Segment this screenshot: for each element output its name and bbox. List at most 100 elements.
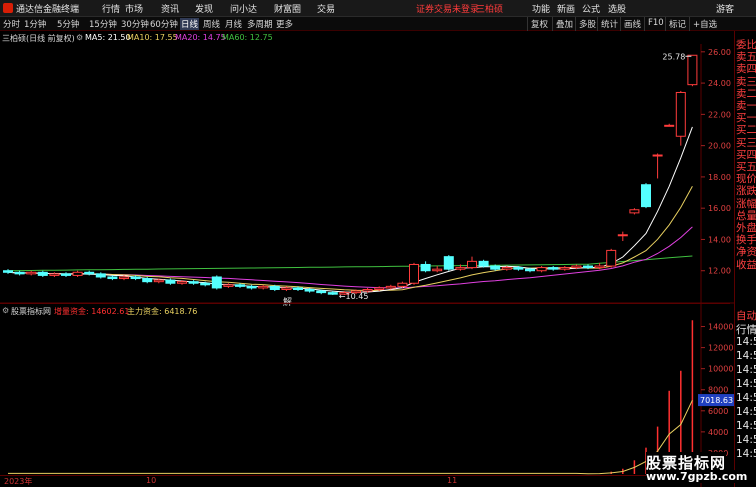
watermark-url: www.7gpzb.com	[646, 470, 748, 483]
menu-wenxiaoda[interactable]: 问小达	[230, 2, 257, 15]
period-1min[interactable]: 1分钟	[24, 18, 46, 30]
menu-stock-select[interactable]: 选股	[608, 2, 626, 15]
tick-item-9: 14:5	[736, 434, 756, 446]
price-tick-label: 26.00	[708, 48, 731, 57]
period-weekly[interactable]: 周线	[203, 18, 220, 30]
candle-body	[14, 271, 25, 275]
candle-body	[293, 287, 303, 290]
settings-gear-icon[interactable]: ⚙	[76, 33, 83, 42]
candle-body	[84, 271, 95, 275]
incremental-fund: 增量资金: 14602.61	[54, 307, 130, 316]
candle-body	[641, 184, 651, 208]
draw-line-button[interactable]: 画线	[620, 17, 644, 31]
candle-body	[200, 282, 211, 286]
tick-item-0[interactable]: 自动	[736, 308, 756, 323]
date-axis: 2023年 10 11	[0, 475, 730, 487]
kline-chart[interactable]: 26.00 24.00 22.00 20.00 18.00 16.00 14.00 12.00…	[0, 44, 734, 487]
menu-formula[interactable]: 公式	[582, 2, 600, 15]
quote-side-panel: 委比 卖五 卖四 卖三 卖二 卖一 买一 买二 买三 买四 买五 现价 涨跌 涨幅 总量 外盘 换手 净资 收益 自动…	[734, 31, 756, 487]
candle-body	[246, 285, 257, 289]
vol-tick-label: 12000	[708, 344, 733, 353]
menu-new-draw[interactable]: 新画	[557, 2, 575, 15]
vol-tick-label: 10000	[708, 365, 733, 374]
vol-tick-label: 8000	[708, 386, 728, 395]
stats-button[interactable]: 统计	[597, 17, 621, 31]
candle-body	[525, 268, 535, 272]
overlay-button[interactable]: 叠加	[552, 17, 576, 31]
chart-title: 三柏硕(日线 前复权)	[2, 34, 75, 43]
period-15min[interactable]: 15分钟	[89, 18, 117, 30]
adjust-button[interactable]: 复权	[527, 17, 551, 31]
period-monthly[interactable]: 月线	[225, 18, 242, 30]
chart-info-bar: 三柏硕(日线 前复权) ⚙ MA5: 21.50 MA10: 17.55 MA2…	[0, 31, 730, 44]
tick-item-3: 14:5	[736, 350, 756, 362]
indicator-gear-icon[interactable]: ⚙	[2, 306, 9, 315]
title-bar: 通达信金融终端 行情 市场 资讯 发现 问小达 财富圈 交易 证券交易未登录 三…	[0, 0, 756, 17]
candle-body	[606, 249, 617, 267]
candle-body	[629, 209, 640, 214]
menu-wealth-circle[interactable]: 财富圈	[274, 2, 301, 15]
vol-tick-label: 14000	[708, 323, 733, 332]
tick-item-6: 14:5	[736, 392, 756, 404]
candle-body	[304, 288, 315, 292]
candle-body	[188, 281, 199, 284]
low-price-label: ←10.45	[339, 292, 369, 301]
candle-body	[652, 154, 663, 157]
candle-body	[61, 273, 71, 276]
period-intraday[interactable]: 分时	[3, 18, 20, 30]
candle-body	[316, 290, 327, 294]
vol-tick-label: 6000	[708, 407, 728, 416]
tick-item-8: 14:5	[736, 420, 756, 432]
vol-tick-label: 4000	[708, 428, 728, 437]
tick-item-10: 14:5	[736, 448, 756, 460]
menu-function[interactable]: 功能	[532, 2, 550, 15]
candle-body	[478, 260, 489, 267]
candle-body	[409, 263, 419, 284]
tick-item-4: 14:5	[736, 364, 756, 376]
menu-discover[interactable]: 发现	[195, 2, 213, 15]
tick-item-2: 14:5	[736, 336, 756, 348]
candle-body	[177, 281, 187, 284]
candle-body	[432, 268, 443, 272]
menu-news[interactable]: 资讯	[161, 2, 179, 15]
period-toolbar: 分时 1分钟 5分钟 15分钟 30分钟 60分钟 日线 周线 月线 多周期 更…	[0, 17, 756, 31]
period-5min[interactable]: 5分钟	[57, 18, 79, 30]
date-label-nov: 11	[447, 476, 458, 485]
menu-guest[interactable]: 游客	[716, 2, 734, 15]
tick-item-5: 14:5	[736, 378, 756, 390]
period-daily[interactable]: 日线	[180, 18, 200, 30]
indicator-info-bar: ⚙ 股票指标网 增量资金: 14602.61 主力资金: 6418.76	[0, 303, 730, 316]
candle-body	[455, 267, 466, 270]
ma5-value: MA5: 21.50	[85, 33, 131, 42]
candle-body	[675, 91, 686, 137]
ma20-value: MA20: 14.75	[175, 33, 226, 42]
add-watchlist-button[interactable]: +自选	[689, 17, 720, 31]
multi-stock-button[interactable]: 多股	[575, 17, 599, 31]
candle-body	[153, 279, 164, 283]
period-30min[interactable]: 30分钟	[121, 18, 149, 30]
mark-button[interactable]: 标记	[665, 17, 689, 31]
candle-body	[235, 284, 245, 287]
candle-body	[327, 292, 338, 295]
f10-button[interactable]: F10	[644, 17, 667, 31]
candle-body	[165, 279, 176, 284]
period-60min[interactable]: 60分钟	[150, 18, 178, 30]
candle-body	[37, 271, 48, 276]
login-alert[interactable]: 证券交易未登录	[416, 2, 479, 15]
period-more[interactable]: 更多	[276, 18, 293, 30]
candle-body	[119, 276, 129, 280]
ma60-value: MA60: 12.75	[222, 33, 273, 42]
menu-quotes[interactable]: 行情	[102, 2, 120, 15]
tick-item-7: 14:5	[736, 406, 756, 418]
candle-body	[467, 260, 477, 269]
stock-name-title: 三柏硕	[476, 5, 504, 15]
main-fund-line	[8, 399, 693, 475]
menu-trade[interactable]: 交易	[317, 2, 335, 15]
candle-body	[513, 267, 524, 270]
app-logo-icon	[3, 3, 13, 13]
price-tick-label: 12.00	[708, 267, 731, 276]
candle-body	[258, 285, 269, 289]
period-multi[interactable]: 多周期	[247, 18, 273, 30]
candle-body	[269, 285, 280, 290]
menu-market[interactable]: 市场	[125, 2, 143, 15]
